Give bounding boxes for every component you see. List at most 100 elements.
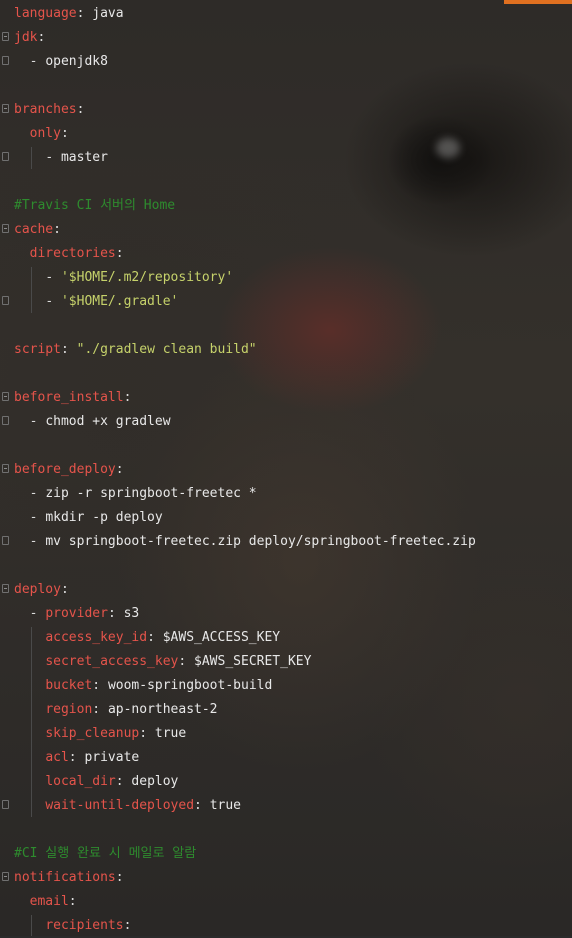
- yaml-key: language: [14, 6, 77, 21]
- code-line[interactable]: - chmod +x gradlew: [14, 410, 476, 434]
- yaml-key: wait-until-deployed: [45, 798, 195, 813]
- fold-end-icon[interactable]: [2, 536, 9, 545]
- code-line[interactable]: [14, 74, 476, 98]
- code-line[interactable]: [14, 554, 476, 578]
- yaml-value: "./gradlew clean build": [76, 342, 257, 357]
- fold-end-icon[interactable]: [2, 56, 9, 65]
- code-line[interactable]: region: ap-northeast-2: [14, 698, 476, 722]
- yaml-value: deploy: [131, 774, 179, 789]
- code-line[interactable]: before_install:: [14, 386, 476, 410]
- code-line[interactable]: bucket: woom-springboot-build: [14, 674, 476, 698]
- code-line[interactable]: cache:: [14, 218, 476, 242]
- code-line[interactable]: - '$HOME/.gradle': [14, 290, 476, 314]
- code-line[interactable]: local_dir: deploy: [14, 770, 476, 794]
- code-line[interactable]: acl: private: [14, 746, 476, 770]
- yaml-key: jdk: [14, 30, 38, 45]
- code-line[interactable]: - mkdir -p deploy: [14, 506, 476, 530]
- key-separator: :: [76, 6, 93, 21]
- yaml-value: '$HOME/.gradle': [60, 294, 179, 309]
- key-separator: :: [107, 606, 124, 621]
- list-dash: -: [29, 510, 46, 525]
- yaml-value: '$HOME/.m2/repository': [60, 270, 234, 285]
- code-line[interactable]: before_deploy:: [14, 458, 476, 482]
- code-line[interactable]: notifications:: [14, 866, 476, 890]
- code-line[interactable]: deploy:: [14, 578, 476, 602]
- code-line[interactable]: secret_access_key: $AWS_SECRET_KEY: [14, 650, 476, 674]
- yaml-key: bucket: [45, 678, 93, 693]
- yaml-key: skip_cleanup: [45, 726, 140, 741]
- code-line[interactable]: [14, 434, 476, 458]
- code-line[interactable]: wait-until-deployed: true: [14, 794, 476, 818]
- key-separator: :: [68, 894, 77, 909]
- code-editor[interactable]: language: java jdk: - openjdk8 branches: o…: [14, 2, 476, 938]
- code-line[interactable]: - provider: s3: [14, 602, 476, 626]
- code-line[interactable]: - openjdk8: [14, 50, 476, 74]
- code-line[interactable]: [14, 818, 476, 842]
- code-line[interactable]: [14, 170, 476, 194]
- key-separator: :: [68, 750, 85, 765]
- code-line[interactable]: directories:: [14, 242, 476, 266]
- code-line[interactable]: - zip -r springboot-freetec *: [14, 482, 476, 506]
- yaml-key: branches: [14, 102, 77, 117]
- fold-toggle-icon[interactable]: [2, 224, 9, 233]
- code-line[interactable]: jdk:: [14, 26, 476, 50]
- code-line[interactable]: #CI 실행 완료 시 메일로 알람: [14, 842, 476, 866]
- code-line[interactable]: recipients:: [14, 914, 476, 938]
- code-line[interactable]: skip_cleanup: true: [14, 722, 476, 746]
- list-dash: -: [45, 270, 61, 285]
- code-line[interactable]: - mv springboot-freetec.zip deploy/sprin…: [14, 530, 476, 554]
- fold-toggle-icon[interactable]: [2, 392, 9, 401]
- yaml-key: provider: [45, 606, 108, 621]
- yaml-key: access_key_id: [45, 630, 148, 645]
- yaml-key: local_dir: [45, 774, 116, 789]
- key-separator: :: [60, 342, 77, 357]
- key-separator: :: [60, 126, 69, 141]
- fold-toggle-icon[interactable]: [2, 104, 9, 113]
- code-line[interactable]: - '$HOME/.m2/repository': [14, 266, 476, 290]
- fold-toggle-icon[interactable]: [2, 584, 9, 593]
- yaml-key: region: [45, 702, 93, 717]
- code-line[interactable]: branches:: [14, 98, 476, 122]
- yaml-key: directories: [29, 246, 116, 261]
- key-separator: :: [178, 654, 195, 669]
- fold-end-icon[interactable]: [2, 800, 9, 809]
- list-dash: -: [29, 486, 46, 501]
- fold-end-icon[interactable]: [2, 416, 9, 425]
- code-line[interactable]: language: java: [14, 2, 476, 26]
- code-line[interactable]: access_key_id: $AWS_ACCESS_KEY: [14, 626, 476, 650]
- fold-end-icon[interactable]: [2, 152, 9, 161]
- code-line[interactable]: #Travis CI 서버의 Home: [14, 194, 476, 218]
- code-line[interactable]: [14, 362, 476, 386]
- yaml-value: true: [154, 726, 187, 741]
- fold-toggle-icon[interactable]: [2, 464, 9, 473]
- yaml-key: deploy: [14, 582, 61, 597]
- yaml-value: chmod +x gradlew: [45, 414, 171, 429]
- scrollbar-thumb[interactable]: [504, 0, 572, 4]
- yaml-value: private: [84, 750, 140, 765]
- code-line[interactable]: script: "./gradlew clean build": [14, 338, 476, 362]
- key-separator: :: [53, 222, 61, 237]
- yaml-key: only: [29, 126, 61, 141]
- code-line[interactable]: email:: [14, 890, 476, 914]
- list-dash: -: [29, 534, 46, 549]
- code-line[interactable]: - master: [14, 146, 476, 170]
- fold-toggle-icon[interactable]: [2, 872, 9, 881]
- fold-toggle-icon[interactable]: [2, 32, 9, 41]
- key-separator: :: [92, 702, 108, 717]
- code-line[interactable]: [14, 314, 476, 338]
- yaml-value: true: [209, 798, 241, 813]
- code-line[interactable]: only:: [14, 122, 476, 146]
- fold-end-icon[interactable]: [2, 296, 9, 305]
